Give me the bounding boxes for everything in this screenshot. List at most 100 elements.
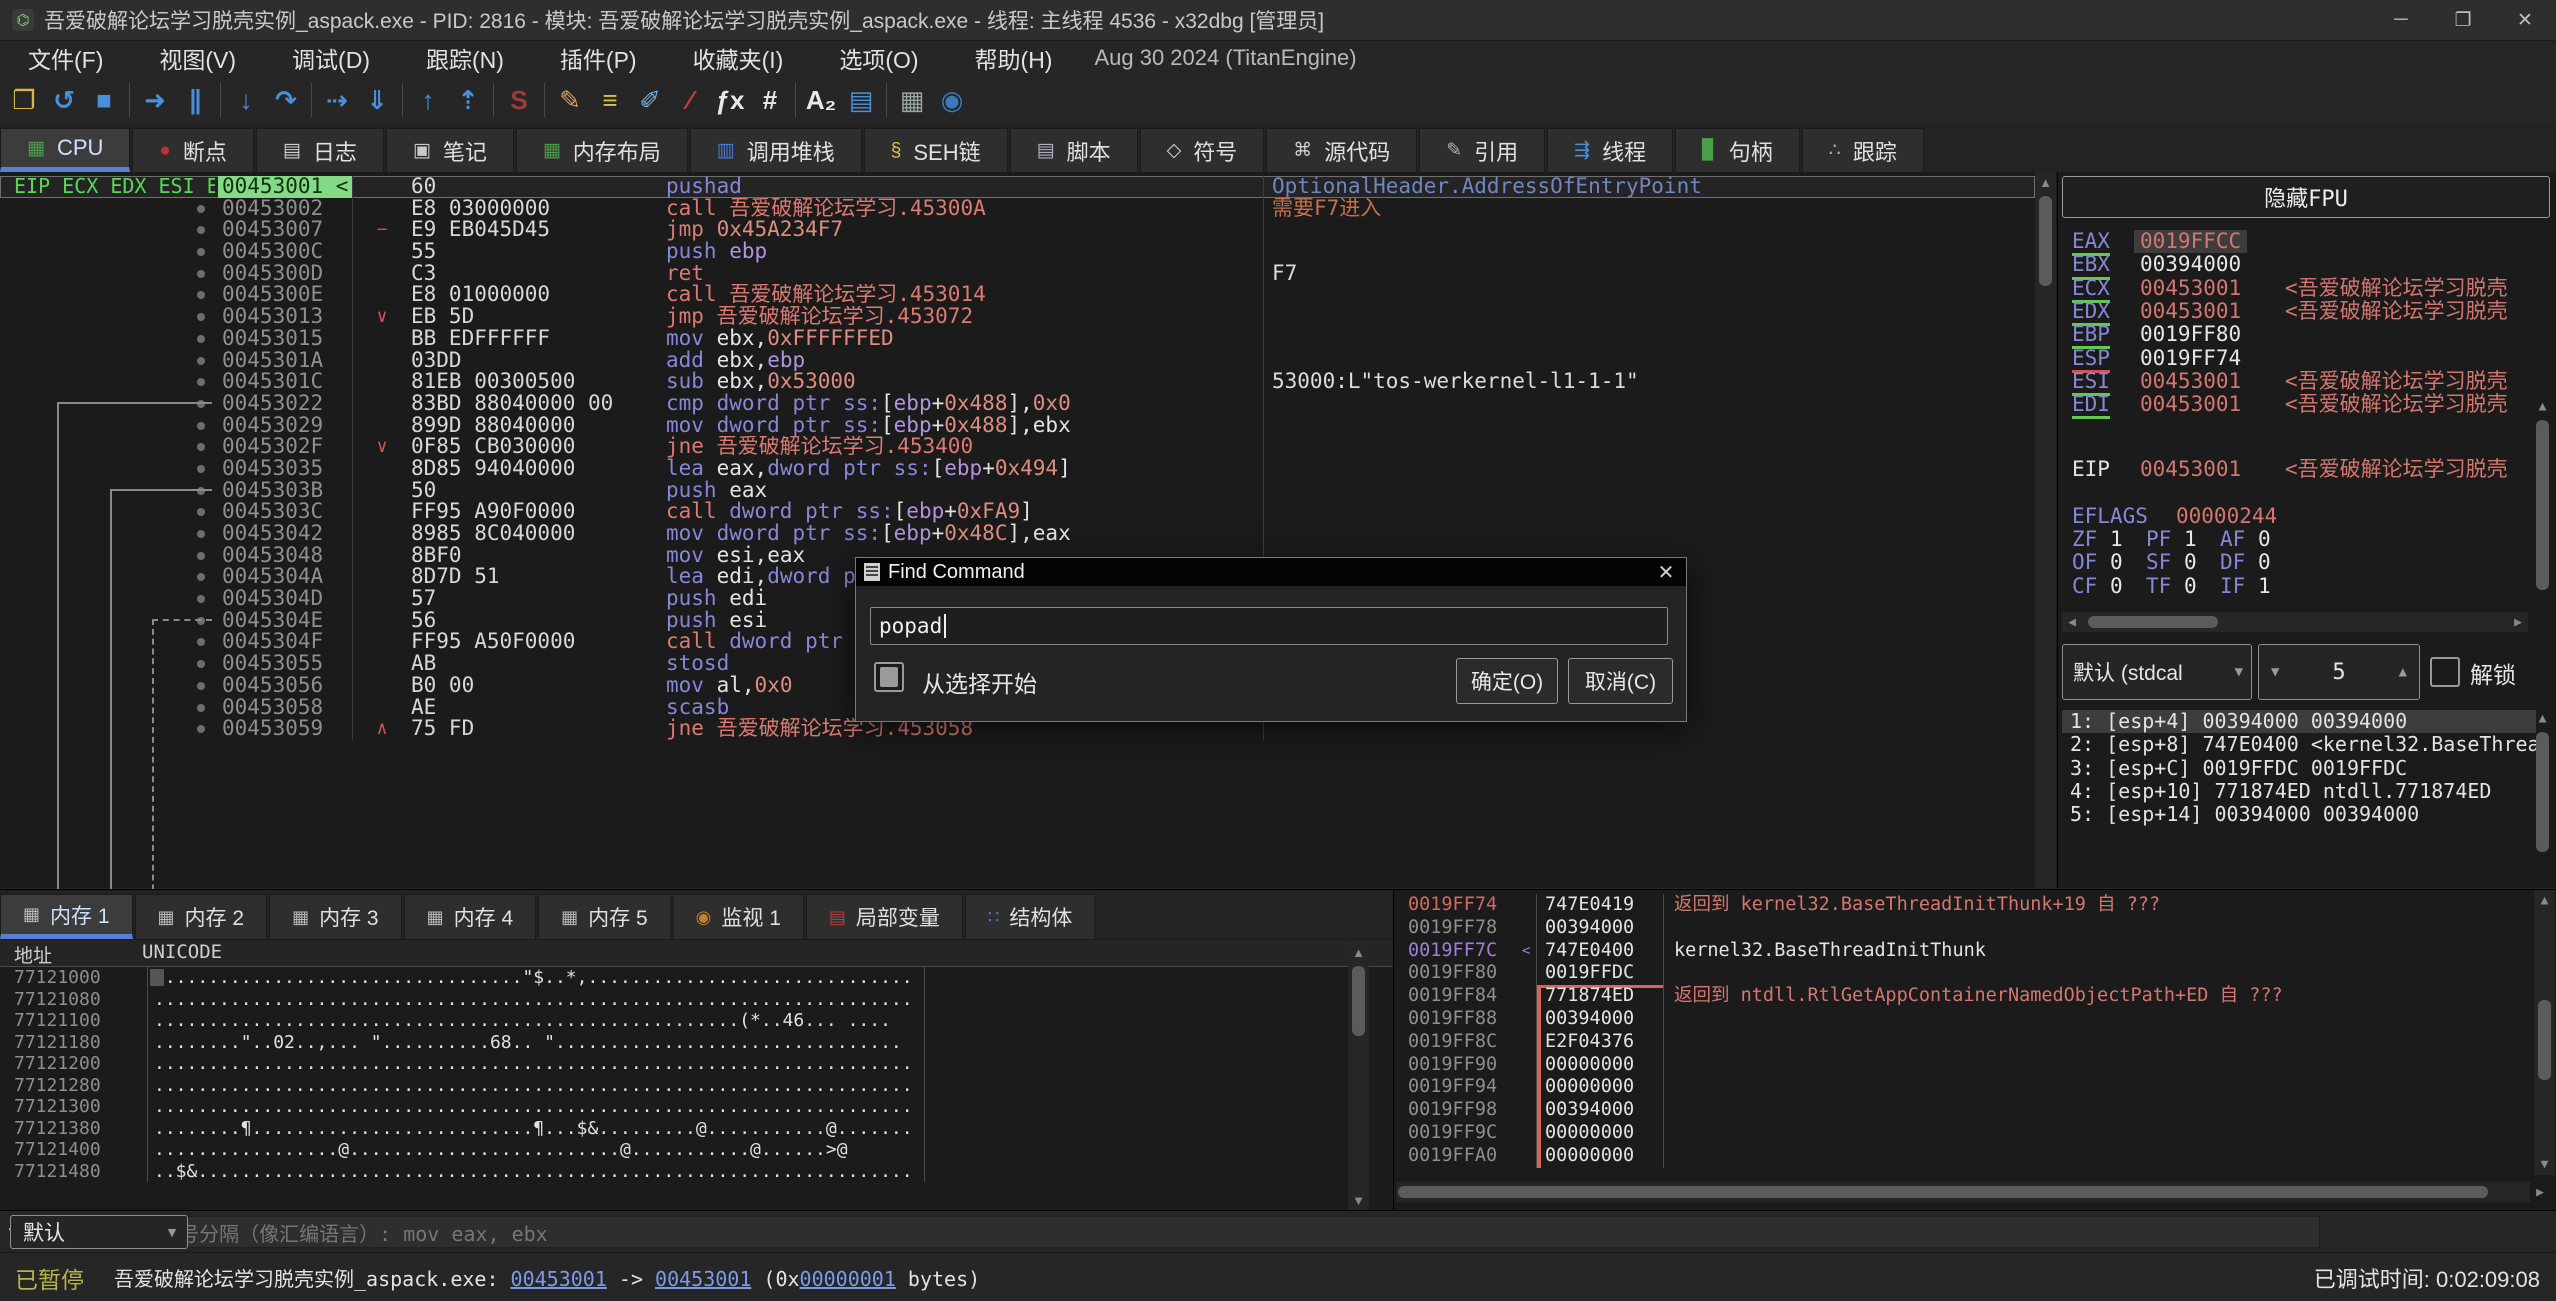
dump-vscrollbar[interactable]: ▲ ▼ — [1348, 942, 1369, 1210]
disasm-row[interactable]: 0045300C55push ebp — [0, 241, 2035, 263]
flag-value[interactable]: 0 — [2258, 551, 2271, 574]
menu-item-跟踪(N)[interactable]: 跟踪(N) — [398, 41, 532, 75]
breakpoint-dot[interactable] — [197, 313, 205, 321]
breakpoint-dot[interactable] — [197, 552, 205, 560]
tab-源代码[interactable]: ⌘源代码 — [1266, 128, 1417, 172]
patch-icon[interactable]: ✎ — [550, 79, 590, 121]
registers-hscrollbar[interactable]: ◀ ▶ — [2062, 612, 2528, 632]
tab-跟踪[interactable]: ∴跟踪 — [1802, 128, 1924, 172]
stack-arg-row[interactable]: 4: [esp+10] 771874ED ntdll.771874ED — [2062, 780, 2536, 803]
breakpoint-dot[interactable] — [197, 530, 205, 538]
tab-笔记[interactable]: ▣笔记 — [386, 128, 514, 172]
breakpoint-dot[interactable] — [197, 638, 205, 646]
stack-row[interactable]: 0019FF800019FFDC — [1394, 962, 2524, 985]
menu-item-收藏夹(I)[interactable]: 收藏夹(I) — [665, 41, 812, 75]
breakpoint-dot[interactable] — [197, 270, 205, 278]
disasm-row[interactable]: 0045300DC3retF7 — [0, 263, 2035, 285]
scroll-thumb[interactable] — [1352, 966, 1365, 1036]
disasm-row[interactable]: EIP ECX EDX ESI ED00453001 <60pushadOpti… — [0, 176, 2035, 198]
flag-value[interactable]: 0 — [2110, 575, 2123, 598]
disasm-row[interactable]: 004530428985 8C040000mov dword ptr ss:[e… — [0, 523, 2035, 545]
menu-item-插件(P)[interactable]: 插件(P) — [532, 41, 665, 75]
stack-hscrollbar[interactable]: ▶ — [1396, 1182, 2530, 1202]
tab-日志[interactable]: ▤日志 — [256, 128, 384, 172]
tab-CPU[interactable]: ▦CPU — [0, 128, 130, 172]
dump-row[interactable]: 77121200................................… — [0, 1053, 1340, 1075]
hide-fpu-button[interactable]: 隐藏FPU — [2062, 176, 2550, 218]
breakpoint-dot[interactable] — [197, 660, 205, 668]
dump-row[interactable]: 77121180........"..02..,... "..........6… — [0, 1032, 1340, 1054]
register-value[interactable]: 00453001 — [2140, 458, 2241, 481]
register-row-eip[interactable]: EIP00453001<吾爱破解论坛学习脱壳 — [2058, 458, 2556, 481]
disasm-vscrollbar[interactable]: ▲ ▼ — [2035, 172, 2056, 934]
flag-value[interactable]: 1 — [2258, 575, 2271, 598]
function-icon[interactable]: ƒx — [710, 79, 750, 121]
breakpoint-dot[interactable] — [197, 595, 205, 603]
breakpoint-dot[interactable] — [197, 226, 205, 234]
cancel-button[interactable]: 取消(C) — [1568, 658, 1673, 704]
step-into-icon[interactable]: ↓ — [226, 79, 266, 121]
scroll-thumb[interactable] — [2536, 420, 2549, 590]
disasm-row[interactable]: 00453007−E9 EB045D45jmp 0x45A234F7 — [0, 219, 2035, 241]
breakpoint-dot[interactable] — [197, 573, 205, 581]
command-profile-select[interactable]: 默认 ▼ — [10, 1215, 188, 1249]
breakpoint-dot[interactable] — [197, 443, 205, 451]
spinner-down-icon[interactable]: ▼ — [2259, 664, 2291, 680]
register-value[interactable]: 00453001 — [2140, 370, 2241, 393]
find-command-input[interactable]: popad — [870, 607, 1668, 645]
label-icon[interactable]: ✐ — [630, 79, 670, 121]
tab-结构体[interactable]: ∷结构体 — [965, 894, 1095, 939]
stack-vscrollbar[interactable]: ▲ ▼ — [2534, 890, 2555, 1175]
stack-row[interactable]: 0019FF7C<747E0400kernel32.BaseThreadInit… — [1394, 940, 2524, 963]
breakpoint-dot[interactable] — [197, 682, 205, 690]
flag-value[interactable]: 0 — [2110, 551, 2123, 574]
disasm-row[interactable]: 0045301C81EB 00300500sub ebx,0x530005300… — [0, 371, 2035, 393]
step-over-icon[interactable]: ↷ — [266, 79, 306, 121]
argument-count-stepper[interactable]: ▼ 5 ▲ — [2258, 644, 2420, 700]
stack-arg-row[interactable]: 5: [esp+14] 00394000 00394000 — [2062, 803, 2536, 826]
tab-内存 5[interactable]: ▦内存 5 — [538, 894, 671, 939]
dump-row[interactable]: 77121280................................… — [0, 1075, 1340, 1097]
tab-监视 1[interactable]: ◉监视 1 — [673, 894, 804, 939]
disasm-row[interactable]: 0045302F∨0F85 CB030000jne 吾爱破解论坛学习.45340… — [0, 436, 2035, 458]
disasm-row[interactable]: 0045303CFF95 A90F0000call dword ptr ss:[… — [0, 501, 2035, 523]
scroll-thumb[interactable] — [2039, 196, 2052, 286]
breakpoint-icon[interactable]: ⁄ — [670, 79, 710, 121]
breakpoint-dot[interactable] — [197, 248, 205, 256]
status-bytes-link[interactable]: 00000001 — [800, 1267, 896, 1291]
pause-icon[interactable]: ∥ — [175, 79, 215, 121]
close-button[interactable]: ✕ — [2494, 0, 2556, 40]
disasm-row[interactable]: 0045303B50push eax — [0, 480, 2035, 502]
dump-row[interactable]: 77121100................................… — [0, 1010, 1340, 1032]
breakpoint-dot[interactable] — [197, 378, 205, 386]
run-to-user-code-icon[interactable]: ⇓ — [357, 79, 397, 121]
scylla-icon[interactable]: S — [499, 79, 539, 121]
eflags-row[interactable]: EFLAGS00000244 — [2058, 505, 2556, 528]
dump-row[interactable]: 77121300................................… — [0, 1096, 1340, 1118]
calculator-icon[interactable]: ▦ — [892, 79, 932, 121]
globe-icon[interactable]: ◉ — [932, 79, 972, 121]
breakpoint-dot[interactable] — [197, 725, 205, 733]
stack-row[interactable]: 0019FF7800394000 — [1394, 917, 2524, 940]
register-value[interactable]: 00394000 — [2140, 253, 2241, 276]
flag-value[interactable]: 0 — [2258, 528, 2271, 551]
args-vscrollbar[interactable]: ▲ — [2532, 710, 2553, 888]
scroll-up-icon[interactable]: ▲ — [2534, 892, 2555, 908]
scroll-up-icon[interactable]: ▲ — [2035, 174, 2056, 190]
log-icon[interactable]: ▤ — [841, 79, 881, 121]
stack-row[interactable]: 0019FF8CE2F04376 — [1394, 1031, 2524, 1054]
breakpoint-dot[interactable] — [197, 335, 205, 343]
register-row[interactable]: EAX0019FFCC — [2058, 230, 2556, 253]
tab-SEH链[interactable]: §SEH链 — [864, 128, 1008, 172]
disasm-row[interactable]: 0045301A03DDadd ebx,ebp — [0, 350, 2035, 372]
skip-icon[interactable]: ⇢ — [317, 79, 357, 121]
flag-value[interactable]: 1 — [2184, 528, 2197, 551]
stack-row[interactable]: 0019FF9400000000 — [1394, 1076, 2524, 1099]
tab-引用[interactable]: ✎引用 — [1419, 128, 1545, 172]
flag-value[interactable]: 0 — [2184, 551, 2197, 574]
scroll-left-icon[interactable]: ◀ — [2064, 612, 2080, 632]
scroll-down-icon[interactable]: ▼ — [2534, 1156, 2555, 1172]
register-value[interactable]: 00453001 — [2140, 393, 2241, 416]
breakpoint-dot[interactable] — [197, 291, 205, 299]
register-row[interactable]: ESP0019FF74 — [2058, 347, 2556, 370]
